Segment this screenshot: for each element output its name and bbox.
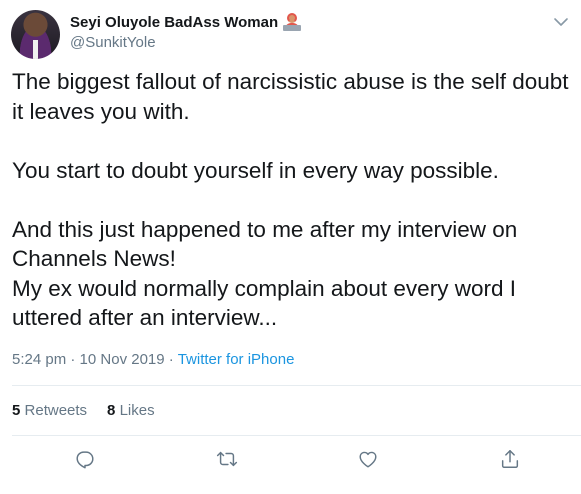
action-bar [0,446,581,476]
heart-icon [359,451,377,468]
retweets-count: 5 [12,402,21,419]
tweet-source-link[interactable]: Twitter for iPhone [178,351,295,368]
retweets-label: Retweets [24,402,88,419]
meta-separator: · [164,351,178,368]
tweet-line: My ex would normally complain about ever… [12,275,516,301]
avatar[interactable] [11,10,60,59]
author-name-row[interactable]: Seyi Oluyole BadAss Woman [70,13,302,31]
tweet-meta: 5:24 pm · 10 Nov 2019 · Twitter for iPho… [12,351,294,368]
meta-separator: · [66,351,80,368]
author-display-name[interactable]: Seyi Oluyole BadAss Woman [70,14,278,31]
share-button[interactable] [497,446,523,472]
retweet-icon [216,451,238,467]
tweet-line: it leaves you with. [12,98,190,124]
retweet-button[interactable] [214,446,240,472]
likes-count: 8 [107,402,116,419]
likes-label: Likes [119,402,155,419]
like-button[interactable] [355,446,381,472]
chevron-down-icon[interactable] [551,12,571,32]
woman-technologist-emoji-icon [283,13,302,31]
reply-button[interactable] [72,446,98,472]
tweet-date[interactable]: 10 Nov 2019 [80,351,165,368]
tweet-line: The biggest fallout of narcissistic abus… [12,69,569,94]
tweet-line: You start to doubt yourself in every way… [12,157,499,183]
tweet-text: The biggest fallout of narcissistic abus… [12,67,577,333]
likes-stat[interactable]: 8 Likes [107,402,155,419]
reply-icon [76,451,94,469]
tweet-line: Channels News! [12,246,176,271]
author-handle[interactable]: @SunkitYole [70,34,156,51]
divider [12,385,581,386]
divider [12,435,581,436]
share-icon [501,450,519,468]
tweet-line: uttered after an interview... [12,305,278,330]
tweet-line: And this just happened to me after my in… [12,216,518,242]
tweet-time[interactable]: 5:24 pm [12,351,66,368]
tweet-stats: 5 Retweets 8 Likes [12,402,175,419]
retweets-stat[interactable]: 5 Retweets [12,402,87,419]
